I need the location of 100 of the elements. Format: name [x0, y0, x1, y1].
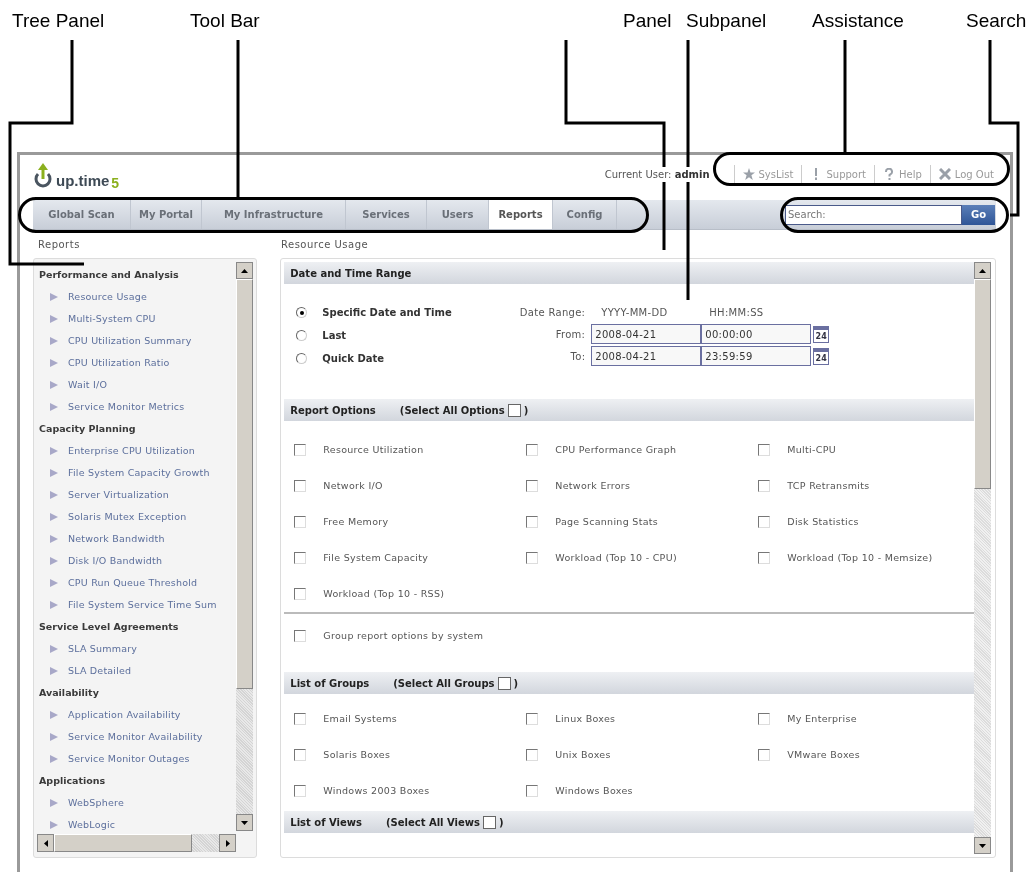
tree-heading[interactable]: Capacity Planning	[39, 421, 136, 437]
vertical-scrollbar[interactable]	[236, 262, 254, 831]
bracket-text: )	[513, 676, 519, 691]
triangle-icon	[50, 535, 58, 543]
nav-tab[interactable]: Reports	[489, 200, 553, 229]
radio-label: Last	[322, 329, 347, 343]
triangle-icon	[50, 403, 58, 411]
assistance-link[interactable]: Help	[881, 166, 924, 182]
checkbox[interactable]	[758, 444, 771, 456]
checkbox[interactable]	[526, 785, 539, 797]
checkbox[interactable]	[294, 785, 307, 797]
tree-item[interactable]: SLA Detailed	[68, 663, 132, 679]
checkbox[interactable]	[294, 713, 307, 725]
tree-item[interactable]: File System Capacity Growth	[68, 465, 210, 481]
callout-label: Search	[966, 10, 1027, 32]
tree-item[interactable]: Service Monitor Outages	[68, 751, 190, 767]
assistance-link[interactable]: Log Out	[936, 166, 996, 182]
triangle-icon	[50, 447, 58, 455]
section-title: Report Options	[290, 403, 376, 418]
tree-item[interactable]: Network Bandwidth	[68, 531, 165, 547]
checkbox[interactable]	[483, 815, 496, 829]
checkbox[interactable]	[507, 403, 521, 417]
tree-item[interactable]: Resource Usage	[68, 289, 147, 305]
checkbox[interactable]	[294, 516, 307, 528]
search-field[interactable]: Search:	[785, 204, 962, 225]
checkbox-label: Network Errors	[555, 478, 631, 493]
tree-item[interactable]: WebSphere	[68, 795, 124, 811]
checkbox[interactable]	[526, 713, 539, 725]
scroll-thumb[interactable]	[236, 279, 254, 689]
tree-item[interactable]: Application Availability	[68, 707, 181, 723]
checkbox-label: Resource Utilization	[323, 442, 424, 457]
tree-item[interactable]: WebLogic	[68, 817, 116, 831]
tree-item[interactable]: CPU Utilization Ratio	[68, 355, 170, 371]
calendar-button[interactable]: 24	[813, 325, 830, 343]
tree-item[interactable]: CPU Utilization Summary	[68, 333, 192, 349]
scroll-thumb[interactable]	[54, 834, 192, 852]
scroll-right-button[interactable]	[219, 834, 237, 852]
tree-item[interactable]: Multi-System CPU	[68, 311, 156, 327]
checkbox[interactable]	[526, 480, 539, 492]
tree-item[interactable]: Server Virtualization	[68, 487, 170, 503]
tree-item[interactable]: Service Monitor Availability	[68, 729, 203, 745]
arrow-right-icon	[225, 839, 230, 847]
checkbox[interactable]	[758, 480, 771, 492]
checkbox[interactable]	[526, 516, 539, 528]
checkbox[interactable]	[294, 552, 307, 564]
tree-item[interactable]: Solaris Mutex Exception	[68, 509, 187, 525]
radio-button[interactable]	[296, 353, 308, 364]
checkbox[interactable]	[758, 552, 771, 564]
tree-item[interactable]: Wait I/O	[68, 377, 108, 393]
assistance-link[interactable]: SysList	[740, 166, 796, 182]
checkbox-label: Workload (Top 10 - Memsize)	[787, 550, 933, 565]
tree-heading[interactable]: Performance and Analysis	[39, 267, 179, 283]
tree-heading[interactable]: Availability	[39, 685, 99, 701]
callout-label: Subpanel	[686, 10, 767, 32]
go-button[interactable]: Go	[962, 204, 995, 225]
vertical-scrollbar[interactable]	[974, 262, 991, 854]
tree-heading[interactable]: Service Level Agreements	[39, 619, 179, 635]
checkbox[interactable]	[294, 480, 307, 492]
checkbox[interactable]	[526, 749, 539, 761]
scroll-up-button[interactable]	[974, 262, 991, 279]
tree-item[interactable]: File System Service Time Sum	[68, 597, 217, 613]
date-field[interactable]: 2008-04-21	[591, 346, 702, 366]
bracket-text: )	[523, 403, 529, 418]
checkbox[interactable]	[294, 588, 307, 600]
checkbox[interactable]	[758, 713, 771, 725]
date-field[interactable]: 2008-04-21	[591, 324, 702, 344]
scroll-thumb[interactable]	[974, 279, 991, 489]
scroll-left-button[interactable]	[37, 834, 54, 852]
triangle-icon	[50, 733, 58, 741]
time-field[interactable]: 23:59:59	[701, 346, 812, 366]
tree-item[interactable]: SLA Summary	[68, 641, 138, 657]
tree-item[interactable]: Service Monitor Metrics	[68, 399, 185, 415]
radio-button[interactable]	[296, 330, 308, 341]
tree-heading[interactable]: Applications	[39, 773, 106, 789]
checkbox[interactable]	[294, 749, 307, 761]
checkbox[interactable]	[526, 552, 539, 564]
checkbox[interactable]	[758, 516, 771, 528]
assistance-link[interactable]: Support	[808, 166, 868, 182]
checkbox[interactable]	[294, 630, 307, 642]
checkbox-label: Workload (Top 10 - CPU)	[555, 550, 677, 565]
triangle-icon	[50, 601, 58, 609]
checkbox[interactable]	[497, 676, 511, 690]
scroll-down-button[interactable]	[974, 837, 991, 854]
checkbox[interactable]	[294, 444, 307, 456]
checkbox[interactable]	[758, 749, 771, 761]
checkbox-label: Multi-CPU	[787, 442, 836, 457]
radio-label: Specific Date and Time	[322, 306, 452, 320]
tree-item[interactable]: CPU Run Queue Threshold	[68, 575, 198, 591]
checkbox[interactable]	[526, 444, 539, 456]
calendar-button[interactable]: 24	[813, 347, 830, 365]
radio-button[interactable]	[296, 307, 308, 318]
checkbox-label: Group report options by system	[323, 628, 484, 643]
tree-item[interactable]: Disk I/O Bandwidth	[68, 553, 163, 569]
tree-item[interactable]: Enterprise CPU Utilization	[68, 443, 196, 459]
triangle-icon	[50, 359, 58, 367]
triangle-icon	[50, 491, 58, 499]
scroll-down-button[interactable]	[236, 814, 254, 831]
horizontal-scrollbar[interactable]	[37, 834, 237, 852]
scroll-up-button[interactable]	[236, 262, 254, 279]
time-field[interactable]: 00:00:00	[701, 324, 812, 344]
